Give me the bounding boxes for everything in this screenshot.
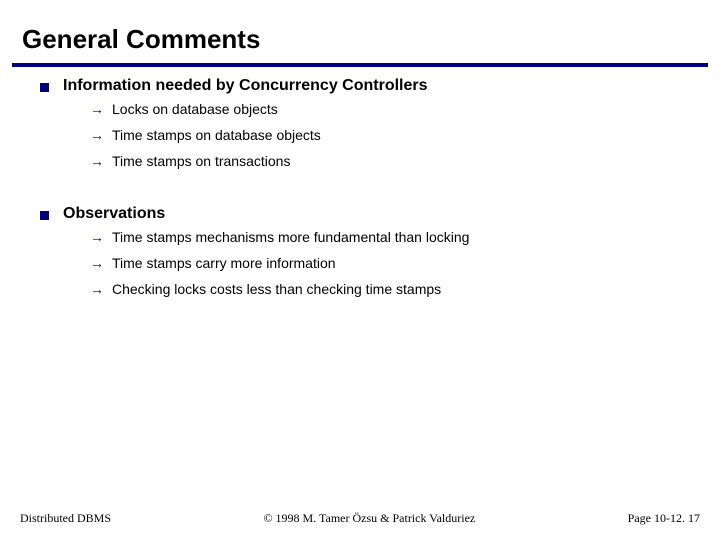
section-1-items: → Time stamps mechanisms more fundamenta…: [40, 229, 720, 297]
list-item-text: Checking locks costs less than checking …: [112, 281, 441, 297]
bullet-square-icon: [40, 211, 49, 220]
list-item: → Locks on database objects: [90, 101, 720, 117]
list-item-text: Time stamps carry more information: [112, 255, 336, 271]
section-0: Information needed by Concurrency Contro…: [40, 77, 720, 169]
footer-right: Page 10-12. 17: [628, 511, 700, 526]
arrow-icon: →: [90, 101, 104, 117]
list-item-text: Time stamps on transactions: [112, 153, 290, 169]
section-1: Observations → Time stamps mechanisms mo…: [40, 205, 720, 297]
slide-title: General Comments: [0, 0, 720, 61]
section-0-items: → Locks on database objects → Time stamp…: [40, 101, 720, 169]
section-heading-text: Observations: [63, 205, 165, 223]
list-item: → Time stamps on transactions: [90, 153, 720, 169]
footer-center: © 1998 M. Tamer Özsu & Patrick Valduriez: [111, 511, 628, 526]
arrow-icon: →: [90, 281, 104, 297]
footer-left: Distributed DBMS: [20, 511, 111, 526]
section-heading: Observations: [40, 205, 720, 223]
arrow-icon: →: [90, 153, 104, 169]
slide-content: Information needed by Concurrency Contro…: [0, 77, 720, 297]
list-item-text: Locks on database objects: [112, 101, 278, 117]
list-item-text: Time stamps on database objects: [112, 127, 321, 143]
list-item: → Time stamps on database objects: [90, 127, 720, 143]
list-item: → Checking locks costs less than checkin…: [90, 281, 720, 297]
slide-footer: Distributed DBMS © 1998 M. Tamer Özsu & …: [0, 511, 720, 526]
section-heading-text: Information needed by Concurrency Contro…: [63, 77, 428, 95]
arrow-icon: →: [90, 255, 104, 271]
title-rule: [12, 63, 708, 67]
arrow-icon: →: [90, 229, 104, 245]
list-item: → Time stamps carry more information: [90, 255, 720, 271]
arrow-icon: →: [90, 127, 104, 143]
list-item: → Time stamps mechanisms more fundamenta…: [90, 229, 720, 245]
section-heading: Information needed by Concurrency Contro…: [40, 77, 720, 95]
bullet-square-icon: [40, 83, 49, 92]
list-item-text: Time stamps mechanisms more fundamental …: [112, 229, 469, 245]
